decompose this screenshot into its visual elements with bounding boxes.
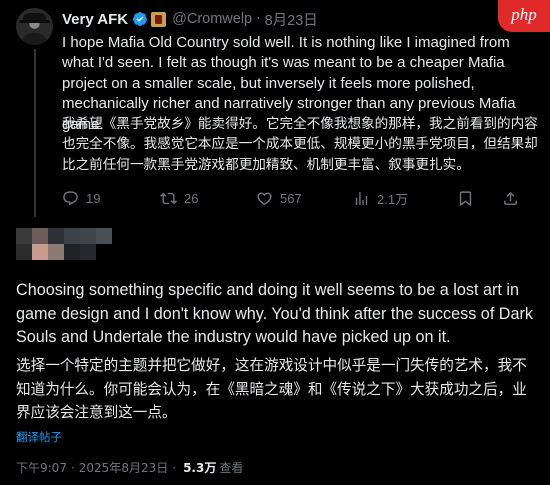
dot-separator: · xyxy=(172,460,177,475)
views-count: 2.1万 xyxy=(377,191,409,207)
post-views-count: 5.3万 xyxy=(183,461,217,475)
retweet-icon xyxy=(160,192,177,204)
verified-icon xyxy=(133,12,148,26)
author-name[interactable]: Very AFK xyxy=(62,11,128,28)
retweet-count: 26 xyxy=(184,190,199,206)
reply-button[interactable]: 19 xyxy=(62,190,100,207)
like-icon xyxy=(257,191,272,205)
tweet-date[interactable]: 8月23日 xyxy=(265,9,318,30)
share-button[interactable] xyxy=(502,190,526,207)
author-avatar[interactable] xyxy=(16,8,53,45)
reply-text-zh: 选择一个特定的主题并把它做好，这在游戏设计中似乎是一门失传的艺术，我不知道为什么… xyxy=(16,357,527,422)
tweet-header: Very AFK @Cromwelp · 8月23日 xyxy=(62,9,318,29)
bookmark-button[interactable] xyxy=(457,190,481,207)
parent-tweet[interactable]: Very AFK @Cromwelp · 8月23日 php I hope Ma… xyxy=(0,0,550,218)
post-views-label: 查看 xyxy=(219,461,244,475)
redacted-avatar[interactable] xyxy=(16,228,116,268)
translate-post-link[interactable]: 翻译帖子 xyxy=(16,429,62,445)
share-icon xyxy=(504,191,517,205)
author-handle[interactable]: @Cromwelp xyxy=(172,11,252,27)
dot-separator: · xyxy=(70,460,75,475)
affiliate-badge-icon[interactable] xyxy=(151,11,167,27)
watermark-badge: php xyxy=(498,0,550,32)
retweet-button[interactable]: 26 xyxy=(160,190,198,207)
views-icon xyxy=(355,191,368,205)
reply-text-en: Choosing something specific and doing it… xyxy=(16,281,533,347)
reply-icon xyxy=(63,190,78,205)
post-time[interactable]: 下午9:07 xyxy=(16,459,67,476)
like-button[interactable]: 567 xyxy=(256,190,302,207)
reply-count: 19 xyxy=(86,190,101,206)
post-date[interactable]: 2025年8月23日 xyxy=(79,459,168,476)
tweet-text-zh: 我希望《黑手党故乡》能卖得好。它完全不像我想象的那样，我之前看到的内容也完全不像… xyxy=(62,116,538,173)
views-button[interactable]: 2.1万 xyxy=(353,189,408,208)
tweet-actions: 19 26 567 2.1万 xyxy=(62,188,542,208)
dot-separator: · xyxy=(256,11,261,27)
bookmark-icon xyxy=(459,190,472,206)
like-count: 567 xyxy=(280,190,302,206)
tweet-meta: 下午9:07 · 2025年8月23日 · 5.3万 查看 xyxy=(16,459,243,476)
thread-line xyxy=(34,49,36,217)
